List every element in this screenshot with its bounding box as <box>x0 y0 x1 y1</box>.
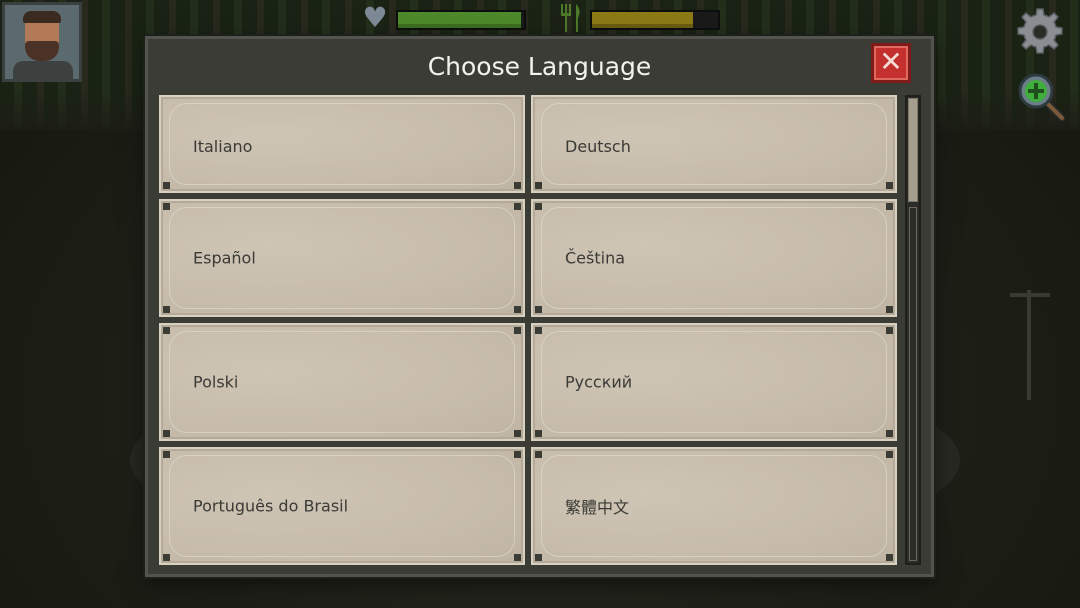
language-label: Português do Brasil <box>193 496 349 516</box>
corner-ornament <box>163 182 170 189</box>
avatar[interactable] <box>2 2 82 82</box>
corner-ornament <box>535 327 542 334</box>
signpost-bar <box>1010 293 1050 297</box>
corner-ornament <box>886 182 893 189</box>
dialog-title: Choose Language <box>427 52 652 81</box>
corner-ornament <box>163 306 170 313</box>
food-bar <box>590 10 720 30</box>
close-button[interactable]: ✕ <box>871 43 911 83</box>
language-button-russkiy[interactable]: Русский <box>531 323 897 441</box>
corner-ornament <box>886 451 893 458</box>
corner-ornament <box>163 554 170 561</box>
zoom-in-icon[interactable] <box>1014 70 1068 124</box>
corner-ornament <box>163 451 170 458</box>
language-list: Italiano Deutsch Español Čeština Polski … <box>159 95 899 565</box>
corner-ornament <box>535 451 542 458</box>
corner-ornament <box>535 203 542 210</box>
avatar-hair <box>23 11 61 23</box>
corner-ornament <box>514 554 521 561</box>
corner-ornament <box>163 430 170 437</box>
health-bar <box>396 10 526 30</box>
language-button-polski[interactable]: Polski <box>159 323 525 441</box>
scrollbar-thumb[interactable] <box>908 98 918 202</box>
corner-ornament <box>886 430 893 437</box>
language-button-espanol[interactable]: Español <box>159 199 525 317</box>
avatar-beard <box>25 41 59 61</box>
corner-ornament <box>514 451 521 458</box>
corner-ornament <box>886 203 893 210</box>
language-label: Polski <box>193 372 239 392</box>
language-button-portugues-brasil[interactable]: Português do Brasil <box>159 447 525 565</box>
heart-icon: ♥ <box>362 1 388 34</box>
corner-ornament <box>535 182 542 189</box>
corner-ornament <box>514 306 521 313</box>
language-button-cestina[interactable]: Čeština <box>531 199 897 317</box>
corner-ornament <box>163 327 170 334</box>
corner-ornament <box>886 306 893 313</box>
language-button-traditional-chinese[interactable]: 繁體中文 <box>531 447 897 565</box>
health-bar-fill <box>398 12 522 28</box>
language-button-italiano[interactable]: Italiano <box>159 95 525 193</box>
gear-icon[interactable] <box>1014 6 1066 58</box>
scrollbar-track <box>909 207 917 561</box>
language-dialog: Choose Language ✕ Italiano Deutsch Españ… <box>145 36 934 577</box>
corner-ornament <box>514 182 521 189</box>
language-label: Русский <box>565 372 633 392</box>
food-bar-fill <box>592 12 693 28</box>
language-label: Español <box>193 248 256 268</box>
corner-ornament <box>535 306 542 313</box>
corner-ornament <box>163 203 170 210</box>
language-label: Čeština <box>565 248 626 268</box>
language-label: 繁體中文 <box>565 498 630 517</box>
fork-icon <box>558 2 584 34</box>
game-screen: ♥ Choose Language ✕ Italiano Deutsch Esp… <box>0 0 1080 608</box>
corner-ornament <box>886 327 893 334</box>
avatar-body <box>13 61 73 81</box>
corner-ornament <box>535 554 542 561</box>
language-button-deutsch[interactable]: Deutsch <box>531 95 897 193</box>
corner-ornament <box>514 430 521 437</box>
language-label: Italiano <box>193 137 253 156</box>
corner-ornament <box>535 430 542 437</box>
language-label: Deutsch <box>565 137 631 156</box>
signpost <box>1027 290 1031 400</box>
corner-ornament <box>886 554 893 561</box>
corner-ornament <box>514 327 521 334</box>
scrollbar[interactable] <box>905 95 921 565</box>
corner-ornament <box>514 203 521 210</box>
